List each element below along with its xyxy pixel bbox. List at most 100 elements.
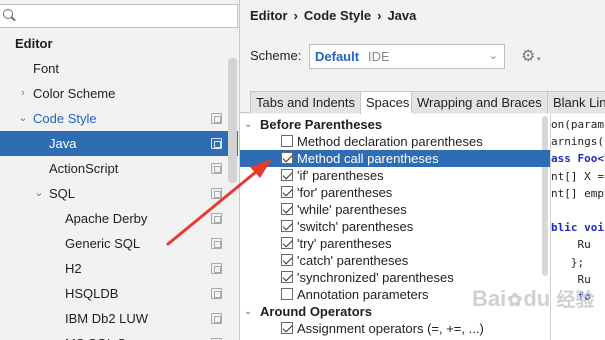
dropdown-arrow-icon: ▾ xyxy=(537,56,541,63)
code-line: on(param1 xyxy=(551,118,605,131)
sidebar-item-code-style[interactable]: ⌄ Code Style xyxy=(0,106,238,131)
breadcrumb-item-editor: Editor xyxy=(250,8,288,23)
project-scope-icon xyxy=(211,263,222,274)
breadcrumb: Editor › Code Style › Java xyxy=(250,8,416,23)
project-scope-icon xyxy=(211,288,222,299)
project-scope-icon xyxy=(211,213,222,224)
breadcrumb-item-java: Java xyxy=(387,8,417,23)
option-label: 'while' parentheses xyxy=(297,202,407,217)
watermark-brand-2: du xyxy=(523,286,551,311)
option-row[interactable]: 'for' parentheses xyxy=(240,184,550,201)
code-line: arnings( xyxy=(551,135,604,149)
watermark-brand: Bai xyxy=(472,286,507,311)
option-checkbox[interactable] xyxy=(281,169,293,181)
options-group-label: Around Operators xyxy=(260,304,372,319)
sidebar-item-apache-derby[interactable]: Apache Derby xyxy=(0,206,238,231)
sidebar-scrollbar[interactable] xyxy=(228,58,237,183)
code-line: blic voi xyxy=(551,221,604,235)
options-group-header[interactable]: ⌄ Before Parentheses xyxy=(240,116,550,133)
sidebar-item-label: SQL xyxy=(49,186,76,201)
code-line: nt[] X = xyxy=(551,169,605,183)
sidebar-item-label: Color Scheme xyxy=(33,86,116,101)
option-row[interactable]: 'synchronized' parentheses xyxy=(240,269,550,286)
sidebar-item-font[interactable]: Font xyxy=(0,56,238,81)
project-scope-icon xyxy=(211,188,222,199)
breadcrumb-separator: › xyxy=(377,8,382,23)
project-scope-icon xyxy=(211,163,222,174)
sidebar-item-editor[interactable]: Editor xyxy=(0,31,238,56)
option-label: 'try' parentheses xyxy=(297,236,392,251)
sidebar-item-java[interactable]: Java xyxy=(0,131,238,156)
option-checkbox[interactable] xyxy=(281,271,293,283)
chevron-down-icon[interactable]: ⌄ xyxy=(33,181,45,206)
watermark-text: 经验 xyxy=(556,290,595,311)
sidebar-item-generic-sql[interactable]: Generic SQL xyxy=(0,231,238,256)
sidebar-item-hsqldb[interactable]: HSQLDB xyxy=(0,281,238,306)
option-label: 'if' parentheses xyxy=(297,168,384,183)
option-row[interactable]: Method declaration parentheses xyxy=(240,133,550,150)
option-checkbox[interactable] xyxy=(281,322,293,334)
option-row[interactable]: 'while' parentheses xyxy=(240,201,550,218)
option-row[interactable]: Method call parentheses xyxy=(240,150,550,167)
option-checkbox[interactable] xyxy=(281,220,293,232)
option-checkbox[interactable] xyxy=(281,152,293,164)
option-label: 'switch' parentheses xyxy=(297,219,414,234)
settings-sidebar: Editor Font › Color Scheme ⌄ Code Style Java Ac… xyxy=(0,0,240,340)
tab-bar: Tabs and Indents Spaces Wrapping and Bra… xyxy=(240,91,605,114)
paw-icon: ✿ xyxy=(507,290,523,310)
breadcrumb-separator: › xyxy=(293,8,298,23)
sidebar-item-color-scheme[interactable]: › Color Scheme xyxy=(0,81,238,106)
option-checkbox[interactable] xyxy=(281,203,293,215)
option-row[interactable]: 'catch' parentheses xyxy=(240,252,550,269)
option-checkbox[interactable] xyxy=(281,288,293,300)
sidebar-item-label: Font xyxy=(33,61,60,76)
code-line: ass Foo<T xyxy=(551,152,605,166)
options-group-label: Before Parentheses xyxy=(260,117,383,132)
option-label: Assignment operators (=, +=, ...) xyxy=(297,321,484,336)
option-label: 'synchronized' parentheses xyxy=(297,270,454,285)
chevron-down-icon[interactable]: ⌄ xyxy=(244,116,252,133)
project-scope-icon xyxy=(211,313,222,324)
project-scope-icon xyxy=(211,238,222,249)
option-checkbox[interactable] xyxy=(281,237,293,249)
scheme-label: Scheme: xyxy=(250,48,302,63)
tab-blank-lines[interactable]: Blank Lin xyxy=(547,91,605,113)
sidebar-item-label: Java xyxy=(49,136,77,151)
sidebar-item-label: MS SQL Server xyxy=(65,331,156,340)
chevron-down-icon[interactable]: ⌄ xyxy=(244,303,252,320)
code-line: Ru xyxy=(551,238,591,252)
sidebar-item-h2[interactable]: H2 xyxy=(0,256,238,281)
sidebar-item-label: Code Style xyxy=(33,111,97,126)
tab-wrapping-and-braces[interactable]: Wrapping and Braces xyxy=(411,91,548,113)
option-label: 'catch' parentheses xyxy=(297,253,409,268)
option-row[interactable]: 'if' parentheses xyxy=(240,167,550,184)
sidebar-item-label: Editor xyxy=(15,36,53,51)
scheme-sub-label: IDE xyxy=(368,49,390,64)
option-label: Method call parentheses xyxy=(297,151,439,166)
scheme-dropdown[interactable]: Default IDE ⌄ xyxy=(309,44,505,69)
option-checkbox[interactable] xyxy=(281,135,293,147)
sidebar-item-label: H2 xyxy=(65,261,82,276)
sidebar-item-actionscript[interactable]: ActionScript xyxy=(0,156,238,181)
sidebar-item-label: Generic SQL xyxy=(65,236,141,251)
option-checkbox[interactable] xyxy=(281,254,293,266)
chevron-right-icon[interactable]: › xyxy=(17,81,29,106)
tab-tabs-and-indents[interactable]: Tabs and Indents xyxy=(250,91,362,113)
search-input[interactable] xyxy=(0,4,238,28)
tab-spaces[interactable]: Spaces xyxy=(360,91,416,114)
scheme-value: Default xyxy=(315,49,360,64)
search-icon xyxy=(2,8,18,24)
option-checkbox[interactable] xyxy=(281,186,293,198)
sidebar-item-label: IBM Db2 LUW xyxy=(65,311,149,326)
option-row[interactable]: 'try' parentheses xyxy=(240,235,550,252)
project-scope-icon xyxy=(211,113,222,124)
code-line: nt[] empt xyxy=(551,186,605,200)
chevron-down-icon[interactable]: ⌄ xyxy=(17,106,29,131)
option-row[interactable]: 'switch' parentheses xyxy=(240,218,550,235)
sidebar-item-ibm-db2-luw[interactable]: IBM Db2 LUW xyxy=(0,306,238,331)
chevron-down-icon: ⌄ xyxy=(488,50,498,62)
sidebar-item-label: ActionScript xyxy=(49,161,119,176)
sidebar-item-sql[interactable]: ⌄ SQL xyxy=(0,181,238,206)
code-line: }; xyxy=(551,255,585,269)
sidebar-item-ms-sql-server[interactable]: MS SQL Server xyxy=(0,331,238,340)
